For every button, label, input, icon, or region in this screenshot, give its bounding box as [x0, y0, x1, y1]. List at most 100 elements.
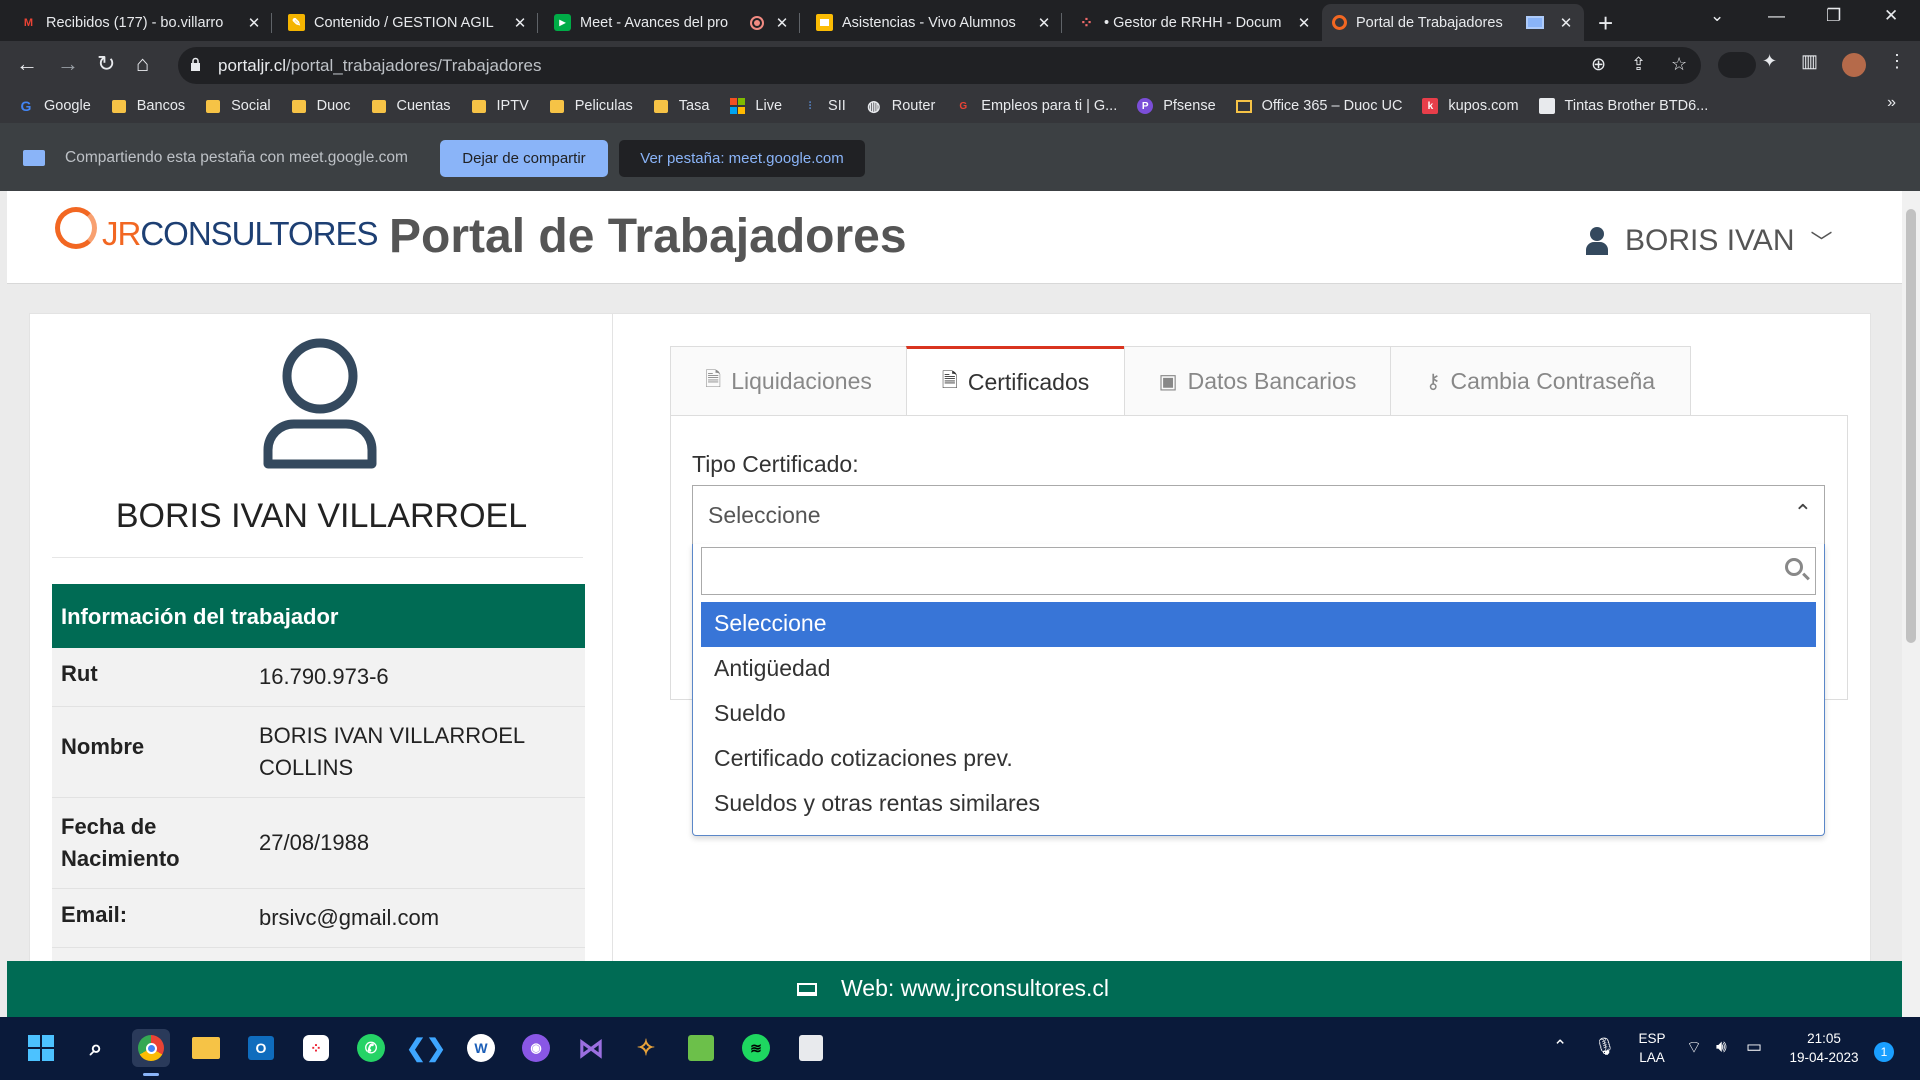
- user-menu[interactable]: BORIS IVAN ﹀: [1585, 224, 1833, 258]
- close-icon[interactable]: ✕: [512, 14, 528, 32]
- recording-icon: [750, 15, 764, 30]
- stop-sharing-button[interactable]: Dejar de compartir: [440, 140, 608, 177]
- dropdown-search-input[interactable]: [701, 547, 1816, 595]
- jr-logo-icon: [55, 207, 97, 249]
- bookmark-brother[interactable]: Tintas Brother BTD6...: [1538, 98, 1708, 114]
- tab-search-icon[interactable]: ⌄: [1710, 6, 1724, 26]
- start-button[interactable]: [22, 1029, 60, 1067]
- browser-tab-active[interactable]: Portal de Trabajadores ✕: [1322, 4, 1584, 41]
- home-button[interactable]: ⌂: [136, 51, 149, 77]
- close-icon[interactable]: ✕: [1558, 14, 1574, 32]
- tab-sharing-bar: Compartiendo esta pestaña con meet.googl…: [0, 123, 1920, 191]
- bookmark-peliculas[interactable]: Peliculas: [549, 98, 633, 114]
- outlook-icon[interactable]: O: [242, 1029, 280, 1067]
- bookmark-tasa[interactable]: Tasa: [653, 98, 709, 114]
- chevron-down-icon: ﹀: [1810, 230, 1833, 255]
- extensions-icon[interactable]: ✦: [1762, 51, 1777, 72]
- main-card: BORIS IVAN VILLARROEL Información del tr…: [29, 313, 1871, 1017]
- bookmark-office[interactable]: Office 365 – Duoc UC: [1235, 98, 1402, 114]
- volume-icon[interactable]: 🔊︎: [1716, 1037, 1727, 1057]
- close-window-button[interactable]: ✕: [1884, 6, 1898, 26]
- profile-pill[interactable]: [1718, 52, 1756, 78]
- scrollbar-thumb[interactable]: [1906, 209, 1916, 643]
- bookmark-empleos[interactable]: G Empleos para ti | G...: [955, 98, 1117, 114]
- close-icon[interactable]: ✕: [246, 14, 262, 32]
- bookmark-duoc[interactable]: Duoc: [291, 98, 351, 114]
- tab-cambia-contrasena[interactable]: ⚷ Cambia Contraseña: [1390, 346, 1691, 416]
- tray-chevron-icon[interactable]: ⌃: [1553, 1037, 1567, 1057]
- microphone-icon[interactable]: 🎙︎: [1594, 1037, 1616, 1057]
- app-pieces-icon[interactable]: ✧: [627, 1029, 665, 1067]
- browser-tab[interactable]: ⁘ • Gestor de RRHH - Docum ✕: [1068, 4, 1322, 41]
- new-tab-button[interactable]: +: [1598, 8, 1613, 39]
- bookmark-google[interactable]: G Google: [18, 98, 91, 114]
- tab-datos-bancarios[interactable]: ▣ Datos Bancarios: [1124, 346, 1391, 416]
- share-icon[interactable]: ⇪: [1631, 54, 1646, 75]
- bookmark-pfsense[interactable]: P Pfsense: [1137, 98, 1216, 114]
- tipo-certificado-select[interactable]: Seleccione ⌃: [692, 485, 1825, 545]
- view-shared-tab-button[interactable]: Ver pestaña: meet.google.com: [619, 140, 865, 177]
- browser-tab[interactable]: ▶ Meet - Avances del pro ✕: [544, 4, 800, 41]
- close-icon[interactable]: ✕: [1296, 14, 1312, 32]
- dropdown-options: Seleccione Antigüedad Sueldo Certificado…: [701, 602, 1816, 827]
- star-icon[interactable]: ☆: [1671, 54, 1687, 75]
- option-sueldo[interactable]: Sueldo: [701, 692, 1816, 737]
- github-icon[interactable]: ◉: [517, 1029, 555, 1067]
- menu-icon[interactable]: ⋮: [1888, 51, 1906, 72]
- visual-studio-icon[interactable]: ⋈: [572, 1029, 610, 1067]
- battery-icon[interactable]: ▭: [1746, 1037, 1762, 1057]
- snipping-tool-icon[interactable]: [792, 1029, 830, 1067]
- footer-web-link[interactable]: Web: www.jrconsultores.cl: [841, 975, 1109, 1002]
- page-scrollbar[interactable]: [1902, 191, 1920, 1017]
- clock[interactable]: 21:05 19-04-2023: [1782, 1029, 1866, 1067]
- file-explorer-icon[interactable]: [187, 1029, 225, 1067]
- option-sueldos-rentas[interactable]: Sueldos y otras rentas similares: [701, 782, 1816, 827]
- browser-tab[interactable]: M Recibidos (177) - bo.villarro ✕: [10, 4, 272, 41]
- meet-icon: ▶: [554, 14, 571, 31]
- app-chart-icon[interactable]: [682, 1029, 720, 1067]
- close-icon[interactable]: ✕: [774, 14, 790, 32]
- site-logo[interactable]: JRCONSULTORES: [102, 215, 379, 253]
- bookmark-bancos[interactable]: Bancos: [111, 98, 185, 114]
- bookmark-social[interactable]: Social: [205, 98, 271, 114]
- bookmark-cuentas[interactable]: Cuentas: [371, 98, 451, 114]
- laptop-icon: [797, 983, 817, 996]
- option-seleccione[interactable]: Seleccione: [701, 602, 1816, 647]
- browser-tab[interactable]: ✎ Contenido / GESTION AGIL ✕: [278, 4, 538, 41]
- bookmark-live[interactable]: Live: [729, 98, 782, 114]
- more-bookmarks-icon[interactable]: »: [1887, 94, 1896, 112]
- forward-button[interactable]: →: [57, 51, 79, 77]
- search-icon[interactable]: ⌕: [77, 1029, 115, 1067]
- browser-tab[interactable]: Asistencias - Vivo Alumnos ✕: [806, 4, 1062, 41]
- bookmark-router[interactable]: ◍ Router: [866, 98, 935, 115]
- language-indicator[interactable]: ESP LAA: [1636, 1029, 1668, 1067]
- option-cotizaciones[interactable]: Certificado cotizaciones prev.: [701, 737, 1816, 782]
- vscode-icon[interactable]: ❮❯: [406, 1029, 446, 1067]
- app-w-icon[interactable]: W: [462, 1029, 500, 1067]
- option-antiguedad[interactable]: Antigüedad: [701, 647, 1816, 692]
- site-footer: Web: www.jrconsultores.cl: [7, 961, 1902, 1017]
- zoom-icon[interactable]: ⊕: [1591, 54, 1606, 75]
- whatsapp-icon[interactable]: ✆: [352, 1029, 390, 1067]
- close-icon[interactable]: ✕: [1036, 14, 1052, 32]
- bookmark-iptv[interactable]: IPTV: [471, 98, 529, 114]
- chrome-icon[interactable]: [132, 1029, 170, 1067]
- address-bar[interactable]: portaljr.cl/portal_trabajadores/Trabajad…: [178, 47, 1701, 84]
- side-panel-icon[interactable]: ▥: [1801, 51, 1818, 72]
- bookmark-kupos[interactable]: k kupos.com: [1422, 98, 1519, 114]
- folder-icon: [371, 98, 387, 114]
- notification-badge[interactable]: 1: [1874, 1042, 1894, 1062]
- jr-icon: [1332, 15, 1347, 30]
- restore-button[interactable]: ❐: [1826, 6, 1841, 26]
- windows-icon: [28, 1035, 54, 1061]
- back-button[interactable]: ←: [16, 51, 38, 77]
- tab-certificados[interactable]: 🗎 Certificados: [906, 346, 1125, 416]
- avatar[interactable]: [1842, 53, 1866, 77]
- minimize-button[interactable]: —: [1768, 6, 1785, 26]
- reload-button[interactable]: ↻: [97, 51, 115, 77]
- tab-liquidaciones[interactable]: 🗎 Liquidaciones: [670, 346, 907, 416]
- app-icon[interactable]: ⁘: [297, 1029, 335, 1067]
- wifi-icon[interactable]: ⌔: [1686, 1037, 1702, 1058]
- bookmark-sii[interactable]: ⫶ SII: [802, 98, 846, 114]
- spotify-icon[interactable]: ≋: [737, 1029, 775, 1067]
